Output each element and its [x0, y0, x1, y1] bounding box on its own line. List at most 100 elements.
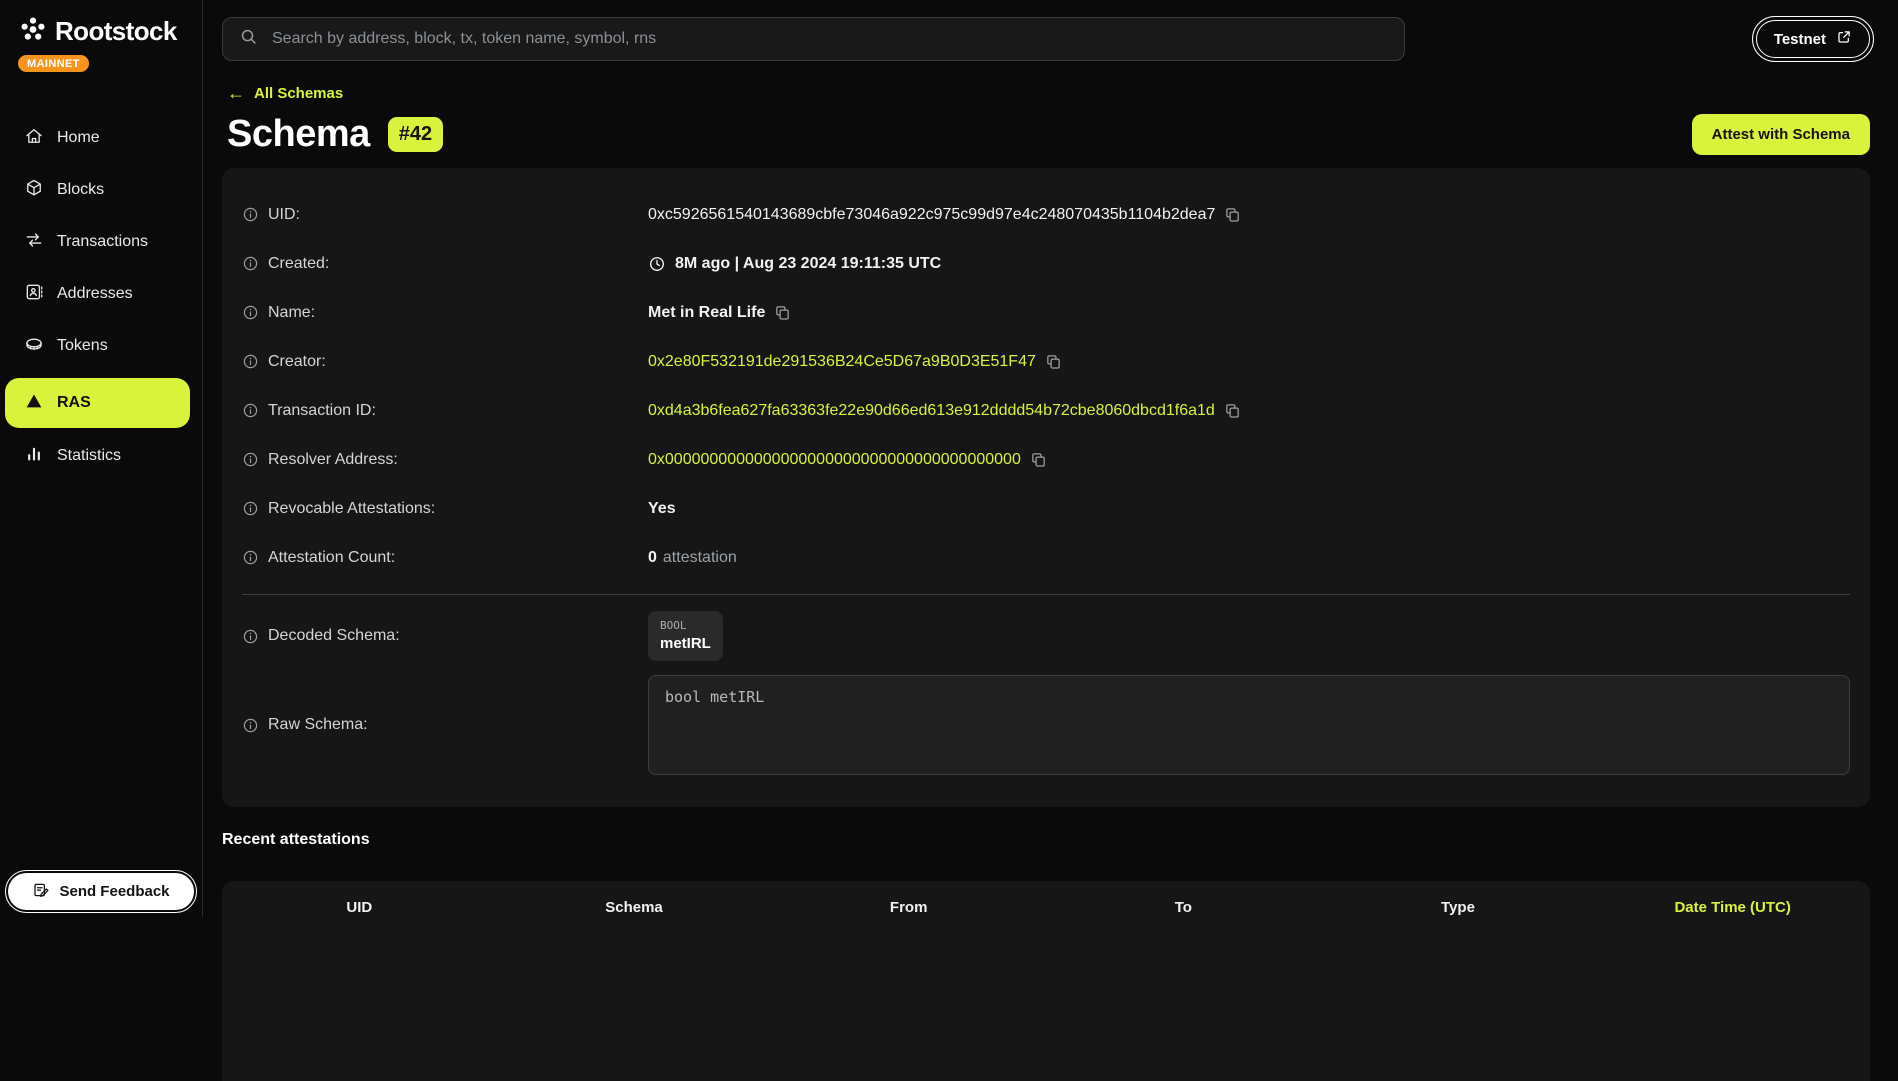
info-icon [242, 353, 259, 370]
detail-row-uid: UID: 0xc5926561540143689cbfe73046a922c97… [242, 190, 1850, 239]
column-header-schema: Schema [497, 899, 772, 916]
uid-value: 0xc5926561540143689cbfe73046a922c975c99d… [648, 206, 1215, 224]
sidebar-item-ras[interactable]: RAS [5, 378, 190, 428]
copy-icon[interactable] [1224, 402, 1241, 419]
addresses-icon [24, 282, 44, 307]
sidebar-item-label: RAS [57, 394, 91, 412]
app-root: Rootstock MAINNET Home Blocks [0, 0, 1898, 917]
sidebar-item-home[interactable]: Home [0, 116, 202, 160]
detail-row-transaction-id: Transaction ID: 0xd4a3b6fea627fa63363fe2… [242, 386, 1850, 435]
attestations-table: UID Schema From To Type Date Time (UTC) [222, 881, 1870, 1081]
transaction-id-label: Transaction ID: [242, 402, 648, 420]
search-icon [239, 27, 258, 51]
detail-row-name: Name: Met in Real Life [242, 288, 1850, 337]
bar-chart-icon [24, 444, 44, 469]
detail-row-decoded-schema: Decoded Schema: BOOL metIRL [242, 611, 1850, 661]
creator-address-link[interactable]: 0x2e80F532191de291536B24Ce5D67a9B0D3E51F… [648, 353, 1036, 371]
resolver-address-label: Resolver Address: [242, 451, 648, 469]
transaction-id-link[interactable]: 0xd4a3b6fea627fa63363fe22e90d66ed613e912… [648, 402, 1215, 420]
external-link-icon [1836, 29, 1852, 49]
network-badge: MAINNET [18, 55, 89, 72]
recent-attestations-heading: Recent attestations [222, 831, 1870, 849]
testnet-switch-button[interactable]: Testnet [1756, 20, 1870, 58]
clock-icon [648, 255, 666, 273]
copy-icon[interactable] [1045, 353, 1062, 370]
info-icon [242, 500, 259, 517]
detail-row-attestation-count: Attestation Count: 0 attestation [242, 533, 1850, 582]
sidebar-nav: Home Blocks Transactions [0, 116, 202, 486]
info-icon [242, 549, 259, 566]
schema-id-badge: #42 [388, 117, 443, 152]
sidebar-item-label: Blocks [57, 181, 104, 199]
send-feedback-button[interactable]: Send Feedback [8, 873, 194, 910]
topbar: Testnet [222, 17, 1870, 61]
sidebar-item-statistics[interactable]: Statistics [0, 434, 202, 478]
rootstock-logo-icon [17, 13, 49, 50]
decoded-schema-label: Decoded Schema: [242, 627, 648, 645]
section-divider [242, 594, 1850, 595]
attestation-count-label: Attestation Count: [242, 549, 648, 567]
attest-with-schema-button[interactable]: Attest with Schema [1692, 114, 1870, 155]
revocable-value: Yes [648, 500, 676, 518]
created-label: Created: [242, 255, 648, 273]
detail-row-revocable: Revocable Attestations: Yes [242, 484, 1850, 533]
sidebar-item-addresses[interactable]: Addresses [0, 272, 202, 316]
sidebar-item-label: Home [57, 129, 100, 147]
info-icon [242, 402, 259, 419]
main-content: Testnet ← All Schemas Schema #42 Attest … [203, 0, 1898, 917]
name-value: Met in Real Life [648, 304, 765, 322]
column-header-to: To [1046, 899, 1321, 916]
ras-triangle-icon [24, 391, 44, 416]
coin-icon [24, 334, 44, 359]
detail-row-resolver-address: Resolver Address: 0x00000000000000000000… [242, 435, 1850, 484]
page-title: Schema [227, 112, 370, 156]
info-icon [242, 206, 259, 223]
transactions-icon [24, 230, 44, 255]
info-icon [242, 717, 259, 734]
search-box[interactable] [222, 17, 1405, 61]
info-icon [242, 304, 259, 321]
sidebar-item-transactions[interactable]: Transactions [0, 220, 202, 264]
cube-icon [24, 178, 44, 203]
raw-schema-label: Raw Schema: [242, 716, 648, 734]
column-header-from: From [771, 899, 1046, 916]
creator-label: Creator: [242, 353, 648, 371]
decoded-schema-chip: BOOL metIRL [648, 611, 723, 661]
sidebar-item-label: Statistics [57, 447, 121, 465]
breadcrumb-label: All Schemas [254, 85, 343, 102]
name-label: Name: [242, 304, 648, 322]
schema-detail-card: UID: 0xc5926561540143689cbfe73046a922c97… [222, 168, 1870, 807]
copy-icon[interactable] [1030, 451, 1047, 468]
send-feedback-label: Send Feedback [59, 883, 169, 900]
search-input[interactable] [270, 29, 1388, 49]
schema-field-name: metIRL [660, 635, 711, 652]
copy-icon[interactable] [1224, 206, 1241, 223]
attestations-table-header: UID Schema From To Type Date Time (UTC) [222, 881, 1870, 916]
detail-row-creator: Creator: 0x2e80F532191de291536B24Ce5D67a… [242, 337, 1850, 386]
sidebar: Rootstock MAINNET Home Blocks [0, 0, 203, 917]
revocable-label: Revocable Attestations: [242, 500, 648, 518]
detail-row-created: Created: 8M ago | Aug 23 2024 19:11:35 U… [242, 239, 1850, 288]
column-header-datetime: Date Time (UTC) [1595, 899, 1870, 916]
copy-icon[interactable] [774, 304, 791, 321]
info-icon [242, 451, 259, 468]
raw-schema-textarea[interactable]: bool metIRL [648, 675, 1850, 775]
detail-row-raw-schema: Raw Schema: bool metIRL [242, 675, 1850, 775]
resolver-address-link[interactable]: 0x00000000000000000000000000000000000000… [648, 451, 1021, 469]
sidebar-item-label: Tokens [57, 337, 108, 355]
back-arrow-icon: ← [227, 84, 245, 102]
sidebar-item-label: Addresses [57, 285, 133, 303]
home-icon [24, 126, 44, 151]
brand-name: Rootstock [55, 16, 177, 47]
sidebar-item-blocks[interactable]: Blocks [0, 168, 202, 212]
attestation-count-link[interactable]: attestation [663, 549, 737, 567]
sidebar-item-label: Transactions [57, 233, 148, 251]
attestation-count-value: 0 [648, 549, 657, 567]
brand-logo[interactable]: Rootstock MAINNET [0, 0, 202, 72]
breadcrumb-all-schemas[interactable]: ← All Schemas [227, 84, 343, 102]
sidebar-item-tokens[interactable]: Tokens [0, 324, 202, 368]
column-header-type: Type [1321, 899, 1596, 916]
title-row: Schema #42 Attest with Schema [222, 112, 1870, 156]
info-icon [242, 628, 259, 645]
testnet-label: Testnet [1774, 31, 1826, 48]
